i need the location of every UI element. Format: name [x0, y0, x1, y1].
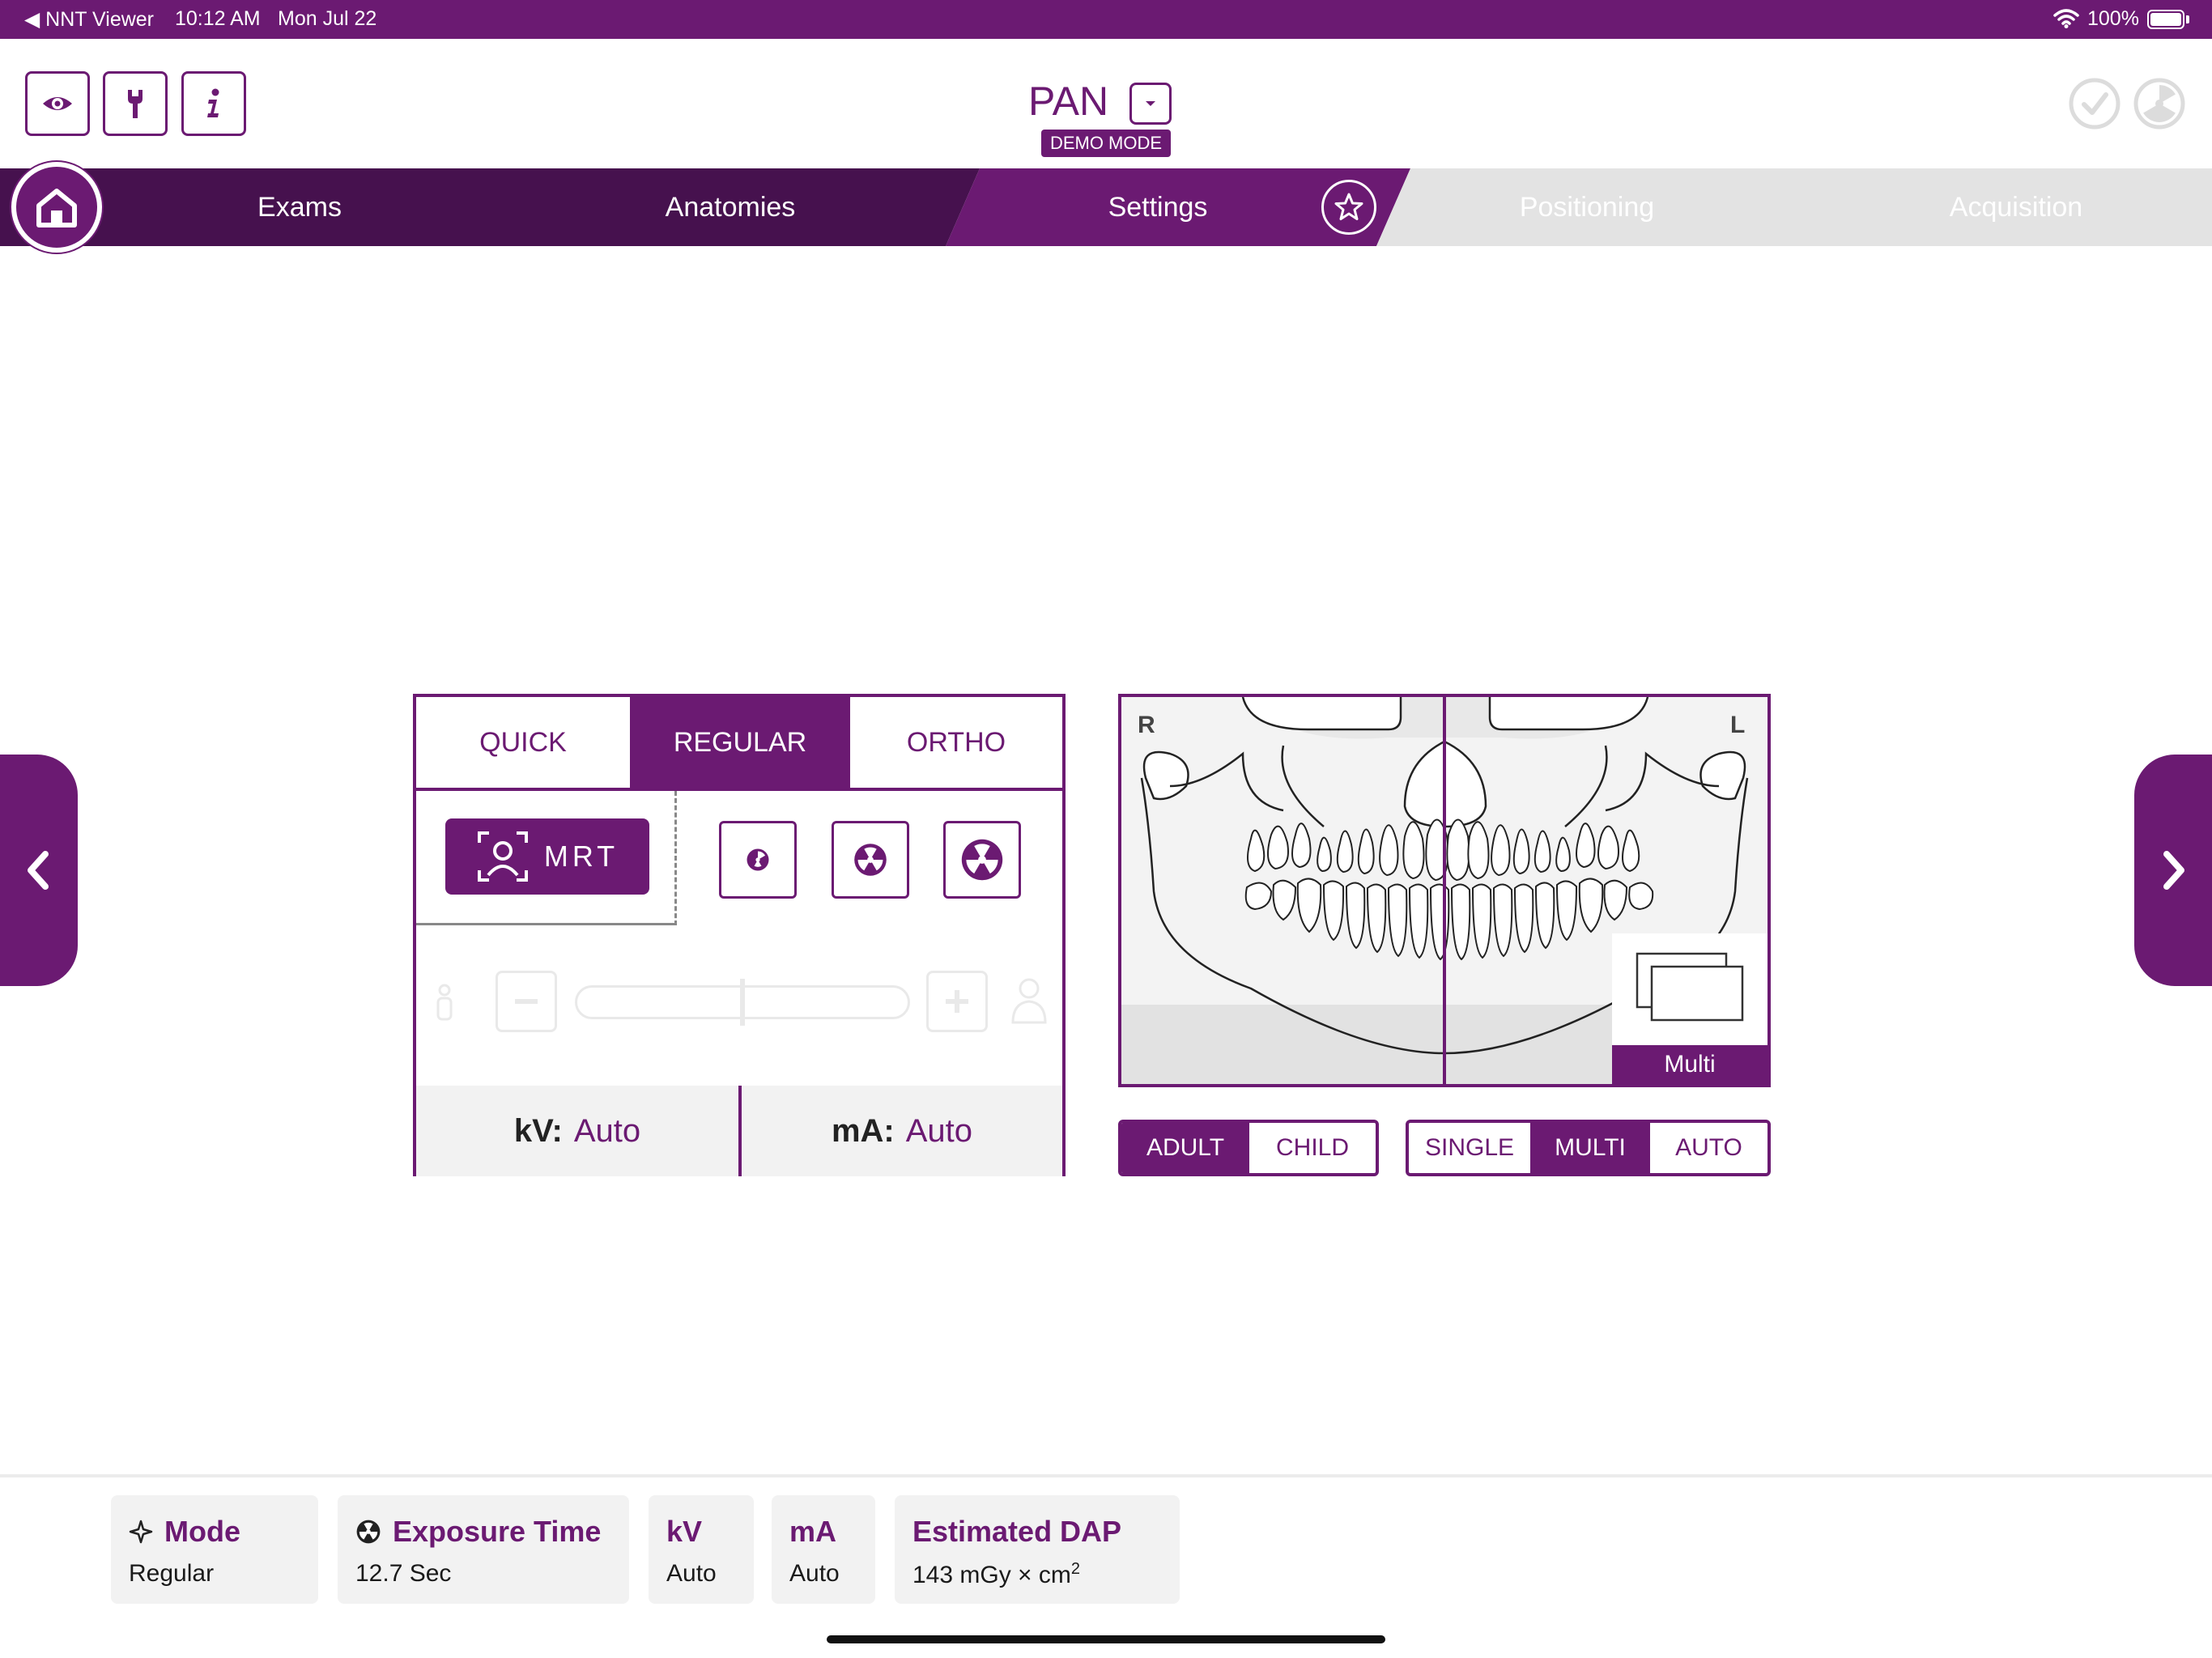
face-scan-icon [477, 831, 528, 882]
patient-size-slider [416, 964, 1062, 1037]
summary-kv: kV Auto [649, 1495, 754, 1604]
summary-ma-value: Auto [789, 1560, 840, 1587]
increase-button[interactable] [926, 971, 988, 1032]
kv-readout[interactable]: kV: Auto [416, 1086, 738, 1176]
single-option[interactable]: SINGLE [1409, 1123, 1530, 1173]
large-person-icon [1011, 978, 1047, 1024]
slider-thumb[interactable] [740, 979, 745, 1026]
ma-readout[interactable]: mA: Auto [742, 1086, 1062, 1176]
summary-ma: mA Auto [772, 1495, 875, 1604]
status-date: Mon Jul 22 [278, 7, 377, 30]
summary-exposure-time: Exposure Time 12.7 Sec [338, 1495, 629, 1604]
multi-layer-icon [1636, 952, 1744, 1022]
battery-percent: 100% [2087, 7, 2139, 30]
adult-option[interactable]: ADULT [1121, 1123, 1249, 1173]
dose-low-button[interactable] [719, 821, 797, 899]
ma-value: Auto [905, 1112, 973, 1149]
left-side-marker: L [1730, 712, 1746, 738]
tools-button[interactable] [103, 71, 168, 136]
exam-dropdown-button[interactable] [1129, 83, 1172, 125]
chevron-down-icon [1146, 101, 1155, 106]
check-icon[interactable] [2068, 77, 2121, 130]
status-time: 10:12 AM [175, 7, 261, 30]
exam-title: PAN [1028, 79, 1109, 124]
exposure-title: Exposure Time [393, 1515, 602, 1548]
right-side-marker: R [1138, 712, 1155, 738]
multi-option[interactable]: MULTI [1530, 1123, 1650, 1173]
small-person-icon [436, 984, 453, 1021]
kv-label: kV: [513, 1112, 563, 1149]
eye-icon [43, 97, 72, 110]
status-bar: ◀ NNT Viewer 10:12 AM Mon Jul 22 100% [0, 0, 2212, 39]
exposure-mode-panel: QUICK REGULAR ORTHO MRT kV: Auto mA: Aut… [413, 694, 1066, 1176]
dose-medium-button[interactable] [832, 821, 909, 899]
tab-quick[interactable]: QUICK [416, 697, 630, 788]
tab-regular[interactable]: REGULAR [633, 697, 847, 788]
tab-acquisition[interactable]: Acquisition [1903, 168, 2129, 246]
multi-label: Multi [1612, 1045, 1767, 1084]
home-button[interactable] [11, 162, 102, 253]
wifi-icon [2053, 9, 2079, 28]
tab-exams[interactable]: Exams [186, 168, 413, 246]
summary-mode: Mode Regular [111, 1495, 318, 1604]
previous-step-button[interactable] [0, 755, 78, 986]
dap-title: Estimated DAP [912, 1515, 1122, 1548]
sparkle-icon [129, 1520, 153, 1544]
summary-ma-title: mA [789, 1515, 837, 1548]
radiation-icon [356, 1520, 381, 1544]
summary-estimated-dap: Estimated DAP 143 mGy × cm2 [895, 1495, 1180, 1604]
home-indicator[interactable] [827, 1635, 1385, 1643]
battery-icon [2147, 10, 2184, 29]
summary-divider [0, 1474, 2212, 1477]
workflow-nav: Exams Anatomies Settings Positioning Acq… [0, 168, 2212, 246]
mode-value: Regular [129, 1560, 215, 1587]
star-icon [1334, 193, 1363, 220]
mode-title: Mode [164, 1515, 240, 1548]
kv-value: Auto [573, 1112, 641, 1149]
demo-mode-badge: DEMO MODE [1041, 130, 1171, 157]
plus-icon [946, 990, 968, 1013]
ma-label: mA: [831, 1112, 895, 1149]
auto-option[interactable]: AUTO [1650, 1123, 1767, 1173]
mrt-button[interactable]: MRT [445, 818, 649, 895]
tab-anatomies[interactable]: Anatomies [617, 168, 844, 246]
view-button[interactable] [25, 71, 90, 136]
kv-ma-values: kV: Auto mA: Auto [416, 1086, 1062, 1176]
chevron-right-icon [2163, 851, 2184, 890]
dap-exponent: 2 [1070, 1560, 1081, 1578]
chevron-left-icon [28, 851, 49, 890]
tab-settings[interactable]: Settings [1044, 168, 1271, 246]
radiation-high-icon [961, 839, 1003, 881]
tab-ortho[interactable]: ORTHO [850, 697, 1062, 788]
decrease-button[interactable] [496, 971, 557, 1032]
summary-kv-value: Auto [666, 1560, 717, 1587]
home-icon [36, 189, 77, 227]
minus-icon [515, 999, 538, 1004]
exposure-value: 12.7 Sec [355, 1560, 452, 1587]
summary-kv-title: kV [666, 1515, 703, 1548]
radiation-low-icon [747, 848, 769, 871]
mrt-label: MRT [543, 840, 619, 873]
info-button[interactable] [181, 71, 246, 136]
next-step-button[interactable] [2134, 755, 2212, 986]
tab-positioning[interactable]: Positioning [1474, 168, 1700, 246]
image-mode-toggle: SINGLE MULTI AUTO [1406, 1120, 1771, 1176]
dap-value: 143 mGy × cm [912, 1562, 1071, 1588]
favorite-button[interactable] [1321, 180, 1376, 235]
radiation-icon[interactable] [2133, 77, 2186, 130]
patient-type-toggle: ADULT CHILD [1118, 1120, 1379, 1176]
radiation-medium-icon [854, 844, 887, 876]
dose-high-button[interactable] [943, 821, 1021, 899]
child-option[interactable]: CHILD [1249, 1123, 1376, 1173]
info-icon [207, 88, 219, 117]
back-to-app-link[interactable]: ◀ NNT Viewer [24, 7, 154, 32]
wrench-icon [128, 90, 143, 118]
